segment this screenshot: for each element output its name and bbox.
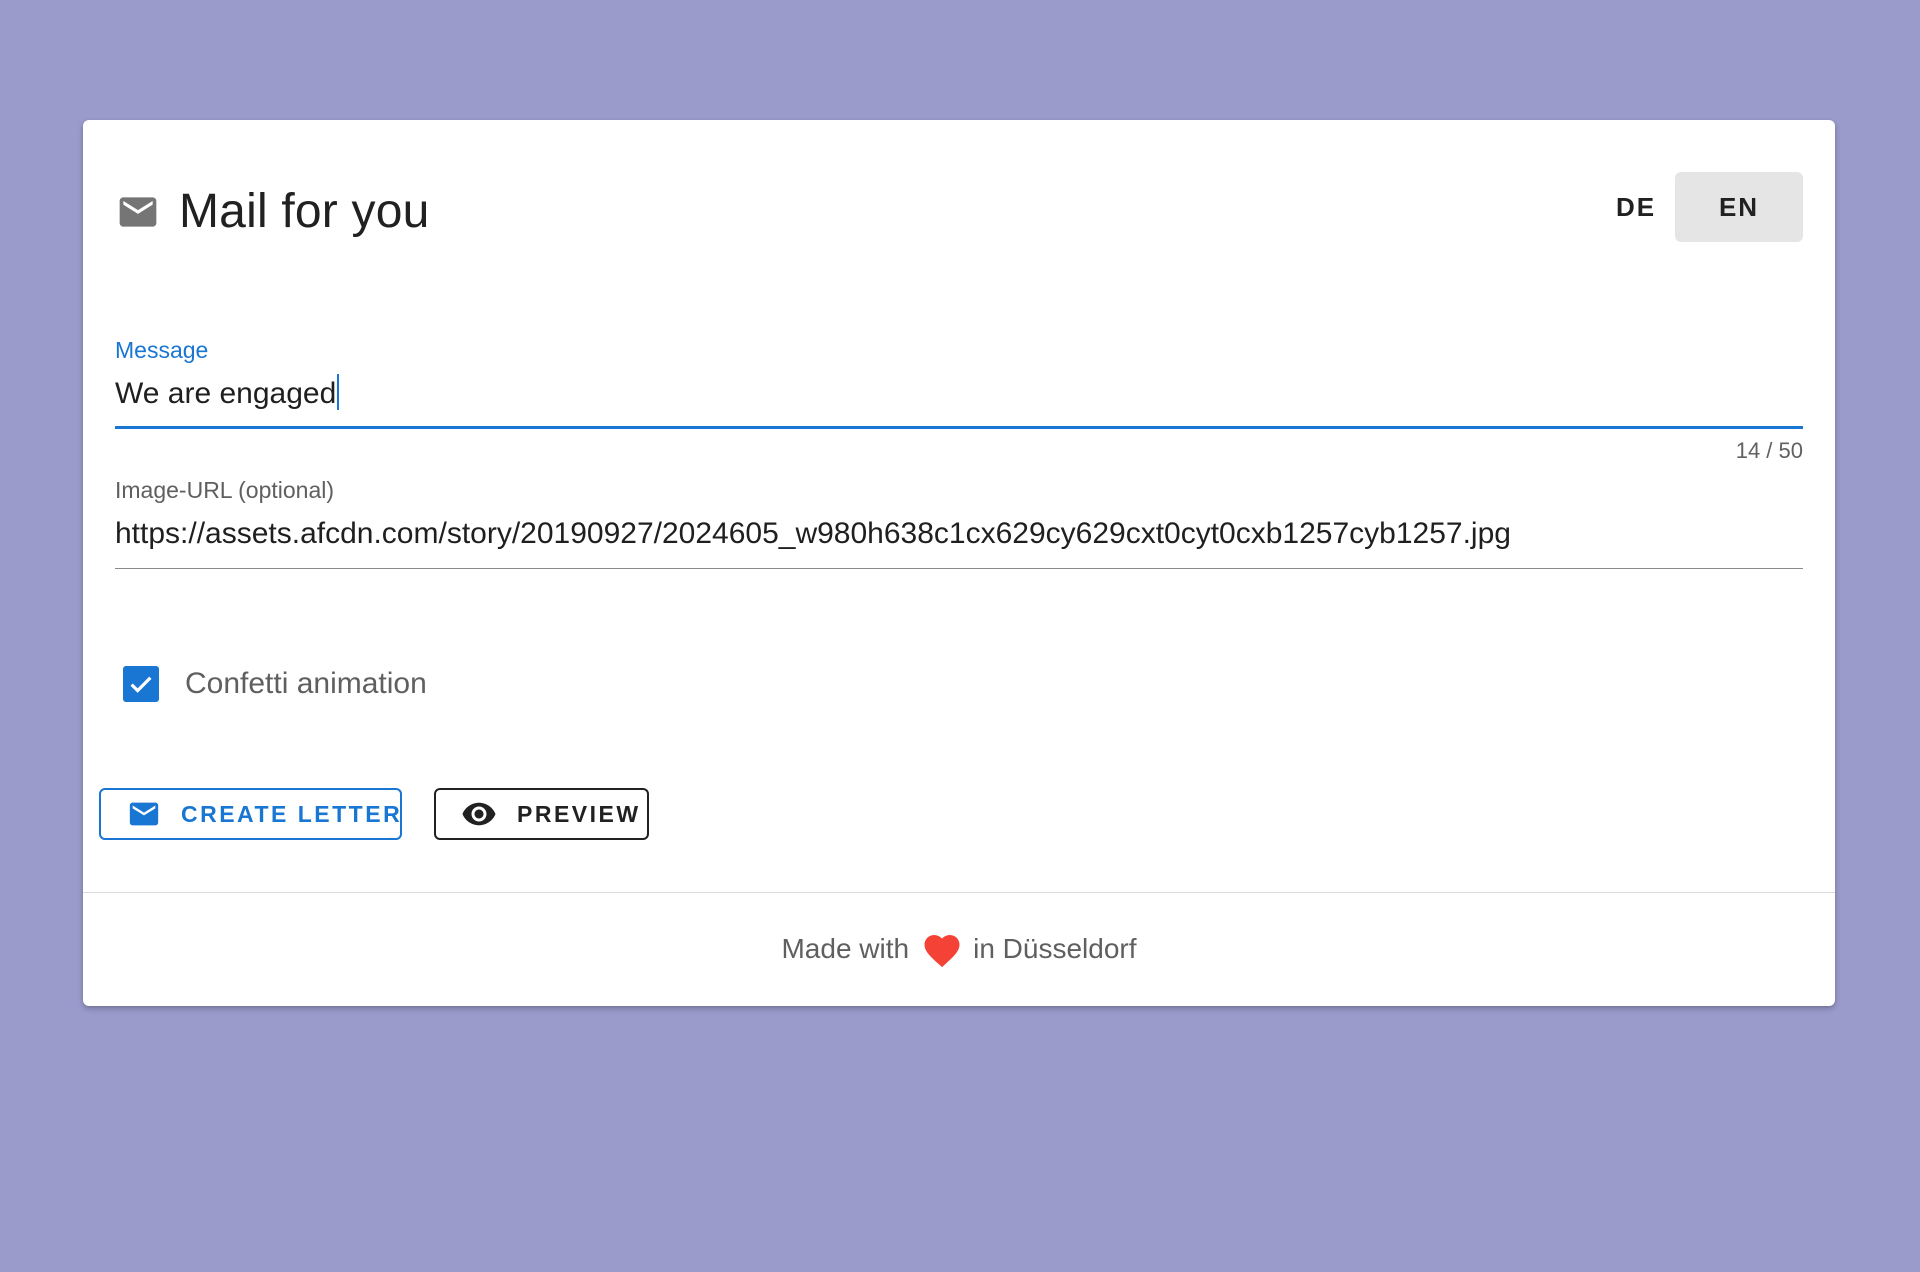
confetti-checkbox[interactable] <box>123 666 159 702</box>
footer: Made with in Düsseldorf <box>83 892 1835 1006</box>
confetti-label: Confetti animation <box>185 667 427 700</box>
app-header: Mail for you DE EN <box>83 120 1835 300</box>
language-en-button[interactable]: EN <box>1675 172 1803 242</box>
app-title: Mail for you <box>179 185 430 238</box>
message-input[interactable]: We are engaged <box>115 374 1803 414</box>
eye-icon <box>462 802 496 826</box>
mail-icon <box>119 197 157 227</box>
footer-suffix: in Düsseldorf <box>973 933 1137 964</box>
message-char-counter: 14 / 50 <box>1735 438 1803 463</box>
heart-icon <box>921 929 963 969</box>
preview-label: PREVIEW <box>517 800 641 827</box>
image-url-field[interactable]: Image-URL (optional) https://assets.afcd… <box>115 476 1803 569</box>
mail-icon <box>129 802 159 826</box>
preview-button[interactable]: PREVIEW <box>434 788 649 840</box>
create-letter-label: CREATE LETTER <box>181 800 403 827</box>
message-field[interactable]: Message We are engaged <box>115 336 1803 429</box>
checkmark-icon <box>130 676 152 693</box>
confetti-checkbox-row[interactable]: Confetti animation <box>121 654 427 714</box>
create-letter-button[interactable]: CREATE LETTER <box>99 788 402 840</box>
image-url-underline <box>115 568 1803 569</box>
message-value: We are engaged <box>115 377 337 410</box>
image-url-label: Image-URL (optional) <box>115 477 335 503</box>
message-underline <box>115 426 1803 429</box>
main-card: Mail for you DE EN Message We are engage… <box>83 120 1835 1006</box>
message-label: Message <box>115 337 209 363</box>
text-caret <box>337 374 340 410</box>
image-url-input[interactable]: https://assets.afcdn.com/story/20190927/… <box>115 514 1803 554</box>
footer-prefix: Made with <box>781 933 910 964</box>
